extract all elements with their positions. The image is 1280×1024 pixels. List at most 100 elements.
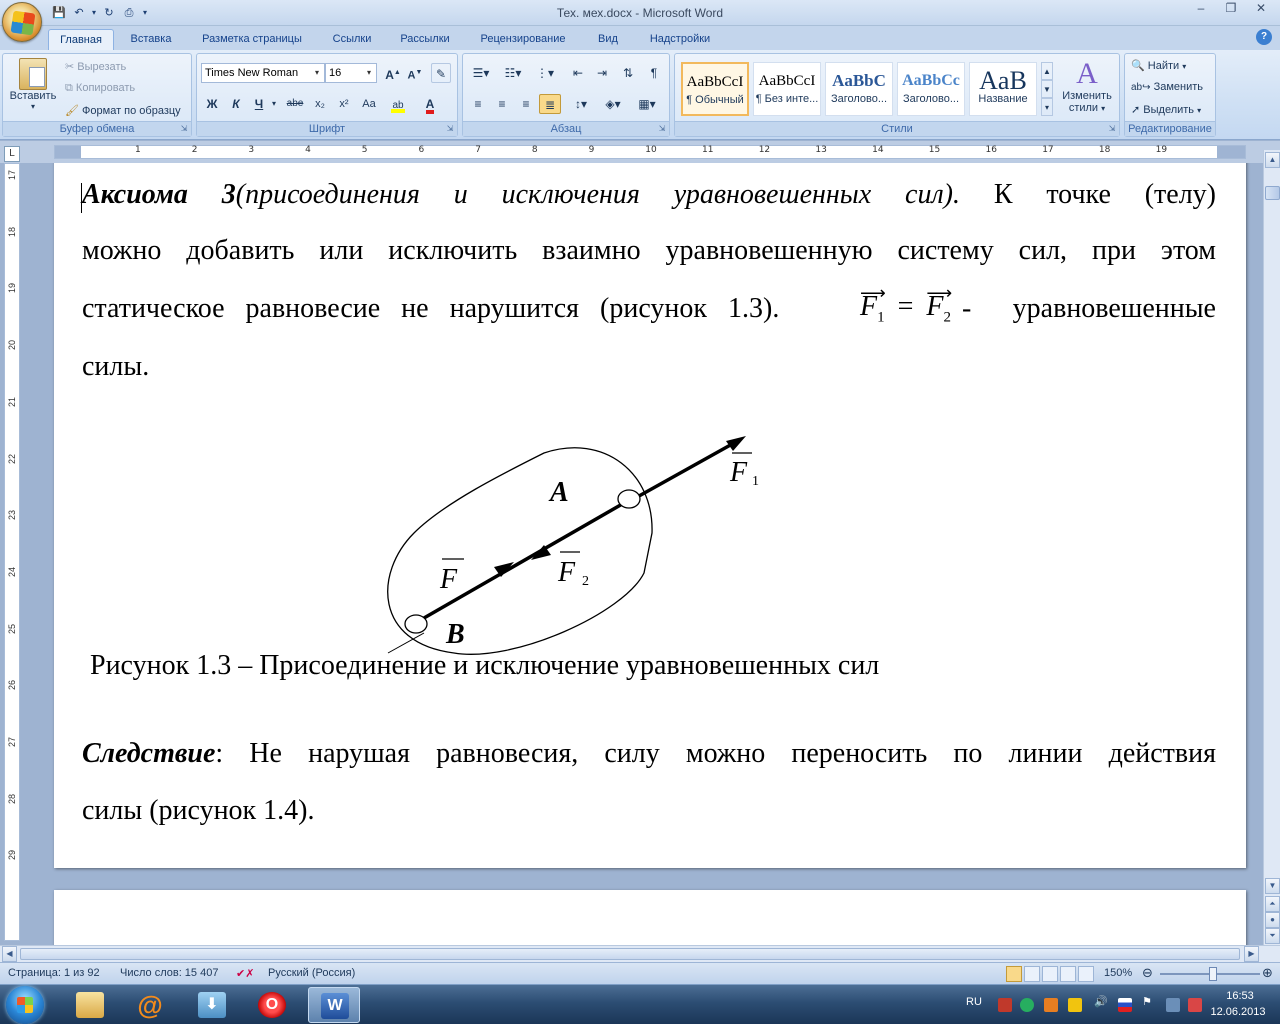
clock-time[interactable]: 16:53 (1210, 990, 1270, 1002)
clear-format-icon[interactable]: ✎ (431, 63, 451, 83)
font-name-combo[interactable]: Times New Roman ▾ (201, 63, 325, 83)
zoom-in-icon[interactable]: ⊕ (1262, 965, 1273, 981)
bullets-icon[interactable]: ☰▾ (467, 63, 495, 83)
bold-button[interactable]: Ж (201, 94, 223, 114)
web-layout-view-icon[interactable] (1042, 966, 1058, 982)
vertical-scrollbar[interactable]: ▲ ▼ ⏶ ● ⏷ (1263, 150, 1280, 945)
multilevel-list-icon[interactable]: ⋮▾ (531, 63, 559, 83)
find-button[interactable]: 🔍 Найти ▾ (1131, 59, 1186, 72)
replace-button[interactable]: ab↪ Заменить (1131, 81, 1203, 93)
style-heading-1[interactable]: AaBbC Заголово... (825, 62, 893, 116)
style-title[interactable]: AaB Название (969, 62, 1037, 116)
underline-dropdown-icon[interactable]: ▾ (269, 94, 279, 114)
taskbar-download[interactable]: ⬇ (186, 987, 238, 1023)
start-button[interactable] (6, 986, 44, 1024)
print-layout-view-icon[interactable] (1006, 966, 1022, 982)
italic-button[interactable]: К (225, 94, 247, 114)
tab-insert[interactable]: Вставка (120, 29, 182, 50)
tab-review[interactable]: Рецензирование (470, 29, 576, 50)
page-count[interactable]: Страница: 1 из 92 (8, 967, 100, 979)
change-styles-button[interactable]: A Изменить стили ▾ (1057, 58, 1117, 115)
network-icon[interactable] (1166, 998, 1180, 1012)
font-color-icon[interactable]: A (419, 94, 441, 114)
help-icon[interactable]: ? (1256, 29, 1272, 45)
document-area[interactable]: Аксиома 3(присоединения и исключения ура… (22, 163, 1262, 945)
scrollbar-thumb[interactable] (1265, 186, 1280, 200)
draft-view-icon[interactable] (1078, 966, 1094, 982)
tray-app-icon[interactable] (998, 998, 1012, 1012)
format-painter-button[interactable]: 🖌 Формат по образцу (65, 104, 181, 117)
tab-home[interactable]: Главная (48, 29, 114, 50)
scroll-left-icon[interactable]: ◀ (2, 946, 17, 962)
clipboard-launcher-icon[interactable]: ⇲ (179, 124, 189, 134)
tab-mailings[interactable]: Рассылки (388, 29, 462, 50)
keyboard-language[interactable]: RU (966, 996, 982, 1008)
line-spacing-icon[interactable]: ↕▾ (567, 94, 595, 114)
grow-font-icon[interactable]: A▲ (383, 63, 403, 83)
borders-icon[interactable]: ▦▾ (633, 94, 661, 114)
language-indicator[interactable]: Русский (Россия) (268, 967, 355, 979)
tray-torrent-icon[interactable] (1020, 998, 1034, 1012)
shading-icon[interactable]: ◈▾ (599, 94, 627, 114)
tab-references[interactable]: Ссылки (322, 29, 382, 50)
align-center-icon[interactable]: ≡ (491, 94, 513, 114)
styles-scroll-up-icon[interactable]: ▲ (1041, 62, 1053, 80)
font-size-combo[interactable]: 16 ▾ (325, 63, 377, 83)
copy-button[interactable]: ⧉ Копировать (65, 82, 135, 95)
style-no-spacing[interactable]: AaBbCcI ¶ Без инте... (753, 62, 821, 116)
close-button[interactable]: ✕ (1246, 0, 1276, 18)
cut-button[interactable]: ✂ Вырезать (65, 60, 126, 73)
page-1[interactable]: Аксиома 3(присоединения и исключения ура… (54, 163, 1246, 868)
strikethrough-button[interactable]: abe (283, 94, 307, 114)
underline-button[interactable]: Ч (249, 94, 269, 114)
zoom-slider-thumb[interactable] (1209, 967, 1217, 981)
numbering-icon[interactable]: ☷▾ (499, 63, 527, 83)
volume-icon[interactable]: 🔊 (1094, 995, 1108, 1008)
justify-icon[interactable]: ≣ (539, 94, 561, 114)
subscript-button[interactable]: x₂ (309, 94, 331, 114)
office-button[interactable] (2, 2, 42, 42)
taskbar-explorer[interactable] (64, 987, 116, 1023)
clock-date[interactable]: 12.06.2013 (1200, 1006, 1276, 1018)
page-2[interactable] (54, 890, 1246, 945)
style-heading-2[interactable]: AaBbCc Заголово... (897, 62, 965, 116)
minimize-button[interactable]: – (1186, 0, 1216, 18)
tray-flag-icon[interactable] (1118, 998, 1132, 1012)
style-normal[interactable]: AaBbCcI ¶ Обычный (681, 62, 749, 116)
taskbar-mail[interactable]: @ (124, 987, 176, 1023)
tab-addins[interactable]: Надстройки (638, 29, 722, 50)
styles-launcher-icon[interactable]: ⇲ (1107, 124, 1117, 134)
zoom-out-icon[interactable]: ⊖ (1142, 965, 1153, 981)
next-page-icon[interactable]: ⏷ (1265, 928, 1280, 944)
scroll-up-icon[interactable]: ▲ (1265, 152, 1280, 168)
align-left-icon[interactable]: ≡ (467, 94, 489, 114)
styles-more-icon[interactable]: ▾ (1041, 98, 1053, 116)
paste-button[interactable]: Вставить ▾ (9, 58, 57, 114)
select-button[interactable]: ➚ Выделить ▾ (1131, 103, 1201, 116)
tray-tool-icon[interactable] (1044, 998, 1058, 1012)
full-screen-reading-view-icon[interactable] (1024, 966, 1040, 982)
taskbar-opera[interactable]: O (246, 987, 298, 1023)
superscript-button[interactable]: x² (333, 94, 355, 114)
previous-page-icon[interactable]: ⏶ (1265, 896, 1280, 912)
font-launcher-icon[interactable]: ⇲ (445, 124, 455, 134)
horizontal-scrollbar-thumb[interactable] (20, 948, 1240, 960)
paragraph-launcher-icon[interactable]: ⇲ (657, 124, 667, 134)
browse-object-icon[interactable]: ● (1265, 912, 1280, 928)
decrease-indent-icon[interactable]: ⇤ (567, 63, 589, 83)
scroll-right-icon[interactable]: ▶ (1244, 946, 1259, 962)
tab-view[interactable]: Вид (588, 29, 628, 50)
outline-view-icon[interactable] (1060, 966, 1076, 982)
horizontal-ruler[interactable]: 1 2 3 4 5 6 7 8 9 10 11 12 13 14 15 16 17 18 19 (54, 145, 1246, 159)
maximize-button[interactable]: ❐ (1216, 0, 1246, 18)
word-count[interactable]: Число слов: 15 407 (120, 967, 218, 979)
show-marks-icon[interactable]: ¶ (643, 63, 665, 83)
styles-scroll-down-icon[interactable]: ▼ (1041, 80, 1053, 98)
sort-icon[interactable]: ⇅ (617, 63, 639, 83)
tab-page-layout[interactable]: Разметка страницы (190, 29, 314, 50)
spellcheck-icon[interactable]: ✔︎✗ (236, 967, 254, 980)
change-case-button[interactable]: Aa (357, 94, 381, 114)
zoom-level[interactable]: 150% (1104, 967, 1132, 979)
taskbar-word[interactable]: W (308, 987, 360, 1023)
action-center-icon[interactable]: ⚑ (1142, 995, 1152, 1008)
